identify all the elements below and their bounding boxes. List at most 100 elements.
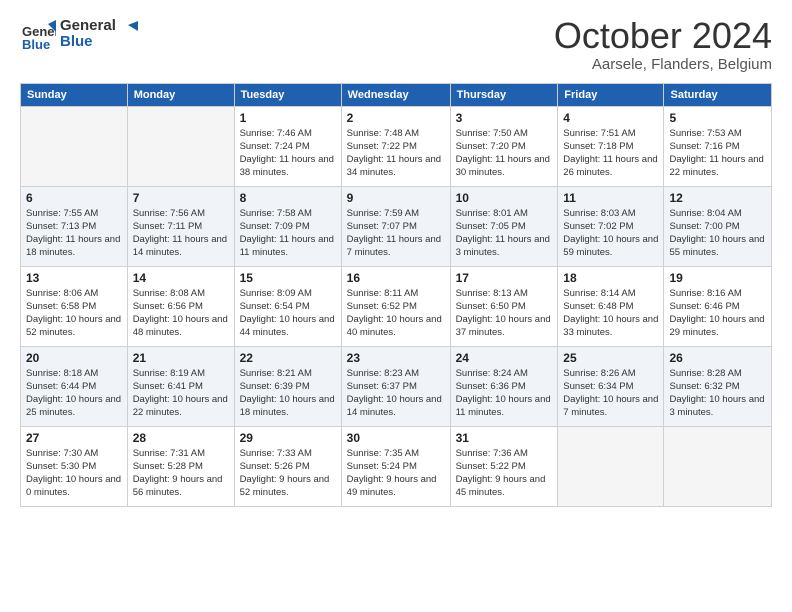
day-number: 20 (26, 351, 122, 365)
table-row (127, 106, 234, 186)
day-number: 31 (456, 431, 553, 445)
day-info: Sunrise: 8:19 AM Sunset: 6:41 PM Dayligh… (133, 367, 229, 420)
day-number: 17 (456, 271, 553, 285)
day-number: 8 (240, 191, 336, 205)
day-number: 14 (133, 271, 229, 285)
logo-bird-icon (118, 19, 138, 39)
day-info: Sunrise: 7:48 AM Sunset: 7:22 PM Dayligh… (347, 127, 445, 180)
calendar-week-row: 20Sunrise: 8:18 AM Sunset: 6:44 PM Dayli… (21, 346, 772, 426)
day-number: 7 (133, 191, 229, 205)
table-row (558, 426, 664, 506)
day-info: Sunrise: 7:51 AM Sunset: 7:18 PM Dayligh… (563, 127, 658, 180)
day-info: Sunrise: 7:50 AM Sunset: 7:20 PM Dayligh… (456, 127, 553, 180)
table-row: 12Sunrise: 8:04 AM Sunset: 7:00 PM Dayli… (664, 186, 772, 266)
day-info: Sunrise: 8:16 AM Sunset: 6:46 PM Dayligh… (669, 287, 766, 340)
table-row: 26 Sunrise: 8:28 AM Sunset: 6:32 PM Dayli… (664, 346, 772, 426)
day-number: 23 (347, 351, 445, 365)
table-row: 4 Sunrise: 7:51 AM Sunset: 7:18 PM Daylig… (558, 106, 664, 186)
day-info: Sunrise: 7:53 AM Sunset: 7:16 PM Dayligh… (669, 127, 766, 180)
table-row: 11 Sunrise: 8:03 AM Sunset: 7:02 PM Dayli… (558, 186, 664, 266)
table-row: 23 Sunrise: 8:23 AM Sunset: 6:37 PM Dayli… (341, 346, 450, 426)
table-row: 31Sunrise: 7:36 AM Sunset: 5:22 PM Dayli… (450, 426, 558, 506)
day-info: Sunrise: 7:31 AM Sunset: 5:28 PM Dayligh… (133, 447, 229, 500)
location: Aarsele, Flanders, Belgium (554, 56, 772, 73)
day-info: Sunrise: 8:23 AM Sunset: 6:37 PM Dayligh… (347, 367, 445, 420)
table-row: 9Sunrise: 7:59 AM Sunset: 7:07 PM Daylig… (341, 186, 450, 266)
col-sunday: Sunday (21, 83, 128, 106)
table-row: 6 Sunrise: 7:55 AM Sunset: 7:13 PM Daylig… (21, 186, 128, 266)
day-info: Sunrise: 8:21 AM Sunset: 6:39 PM Dayligh… (240, 367, 336, 420)
col-tuesday: Tuesday (234, 83, 341, 106)
month-title: October 2024 (554, 16, 772, 56)
table-row: 5 Sunrise: 7:53 AM Sunset: 7:16 PM Daylig… (664, 106, 772, 186)
col-wednesday: Wednesday (341, 83, 450, 106)
table-row: 28 Sunrise: 7:31 AM Sunset: 5:28 PM Dayli… (127, 426, 234, 506)
day-number: 2 (347, 111, 445, 125)
table-row: 8 Sunrise: 7:58 AM Sunset: 7:09 PM Daylig… (234, 186, 341, 266)
day-info: Sunrise: 8:06 AM Sunset: 6:58 PM Dayligh… (26, 287, 122, 340)
day-number: 6 (26, 191, 122, 205)
calendar-week-row: 27 Sunrise: 7:30 AM Sunset: 5:30 PM Dayli… (21, 426, 772, 506)
svg-text:Blue: Blue (22, 37, 50, 52)
table-row: 3Sunrise: 7:50 AM Sunset: 7:20 PM Daylig… (450, 106, 558, 186)
page-header: General Blue General Blue October 2024 A… (20, 16, 772, 73)
day-info: Sunrise: 7:35 AM Sunset: 5:24 PM Dayligh… (347, 447, 445, 500)
day-info: Sunrise: 7:33 AM Sunset: 5:26 PM Dayligh… (240, 447, 336, 500)
table-row: 16 Sunrise: 8:11 AM Sunset: 6:52 PM Dayli… (341, 266, 450, 346)
table-row: 18 Sunrise: 8:14 AM Sunset: 6:48 PM Dayli… (558, 266, 664, 346)
day-number: 16 (347, 271, 445, 285)
day-info: Sunrise: 8:14 AM Sunset: 6:48 PM Dayligh… (563, 287, 658, 340)
day-info: Sunrise: 8:28 AM Sunset: 6:32 PM Dayligh… (669, 367, 766, 420)
day-number: 5 (669, 111, 766, 125)
table-row: 2 Sunrise: 7:48 AM Sunset: 7:22 PM Daylig… (341, 106, 450, 186)
day-number: 13 (26, 271, 122, 285)
day-info: Sunrise: 7:55 AM Sunset: 7:13 PM Dayligh… (26, 207, 122, 260)
col-friday: Friday (558, 83, 664, 106)
day-number: 27 (26, 431, 122, 445)
header-row: Sunday Monday Tuesday Wednesday Thursday… (21, 83, 772, 106)
table-row: 7 Sunrise: 7:56 AM Sunset: 7:11 PM Daylig… (127, 186, 234, 266)
day-info: Sunrise: 7:30 AM Sunset: 5:30 PM Dayligh… (26, 447, 122, 500)
day-number: 28 (133, 431, 229, 445)
table-row: 27 Sunrise: 7:30 AM Sunset: 5:30 PM Dayli… (21, 426, 128, 506)
day-info: Sunrise: 7:56 AM Sunset: 7:11 PM Dayligh… (133, 207, 229, 260)
table-row: 1Sunrise: 7:46 AM Sunset: 7:24 PM Daylig… (234, 106, 341, 186)
day-number: 4 (563, 111, 658, 125)
table-row: 29Sunrise: 7:33 AM Sunset: 5:26 PM Dayli… (234, 426, 341, 506)
day-number: 22 (240, 351, 336, 365)
calendar-week-row: 1Sunrise: 7:46 AM Sunset: 7:24 PM Daylig… (21, 106, 772, 186)
col-saturday: Saturday (664, 83, 772, 106)
table-row: 15 Sunrise: 8:09 AM Sunset: 6:54 PM Dayli… (234, 266, 341, 346)
table-row: 13 Sunrise: 8:06 AM Sunset: 6:58 PM Dayli… (21, 266, 128, 346)
day-info: Sunrise: 7:59 AM Sunset: 7:07 PM Dayligh… (347, 207, 445, 260)
col-monday: Monday (127, 83, 234, 106)
logo: General Blue General Blue (20, 16, 138, 52)
day-info: Sunrise: 8:04 AM Sunset: 7:00 PM Dayligh… (669, 207, 766, 260)
table-row: 19Sunrise: 8:16 AM Sunset: 6:46 PM Dayli… (664, 266, 772, 346)
day-info: Sunrise: 8:03 AM Sunset: 7:02 PM Dayligh… (563, 207, 658, 260)
day-number: 21 (133, 351, 229, 365)
table-row: 21 Sunrise: 8:19 AM Sunset: 6:41 PM Dayli… (127, 346, 234, 426)
logo-icon: General Blue (20, 16, 56, 52)
day-number: 10 (456, 191, 553, 205)
day-number: 15 (240, 271, 336, 285)
day-number: 11 (563, 191, 658, 205)
day-number: 18 (563, 271, 658, 285)
day-number: 25 (563, 351, 658, 365)
table-row: 17 Sunrise: 8:13 AM Sunset: 6:50 PM Dayli… (450, 266, 558, 346)
table-row: 24Sunrise: 8:24 AM Sunset: 6:36 PM Dayli… (450, 346, 558, 426)
day-info: Sunrise: 7:58 AM Sunset: 7:09 PM Dayligh… (240, 207, 336, 260)
day-number: 26 (669, 351, 766, 365)
day-info: Sunrise: 8:26 AM Sunset: 6:34 PM Dayligh… (563, 367, 658, 420)
day-number: 30 (347, 431, 445, 445)
table-row: 20Sunrise: 8:18 AM Sunset: 6:44 PM Dayli… (21, 346, 128, 426)
day-info: Sunrise: 8:01 AM Sunset: 7:05 PM Dayligh… (456, 207, 553, 260)
table-row (21, 106, 128, 186)
day-info: Sunrise: 8:13 AM Sunset: 6:50 PM Dayligh… (456, 287, 553, 340)
title-block: October 2024 Aarsele, Flanders, Belgium (554, 16, 772, 73)
calendar-table: Sunday Monday Tuesday Wednesday Thursday… (20, 83, 772, 507)
page-container: General Blue General Blue October 2024 A… (0, 0, 792, 517)
day-info: Sunrise: 8:11 AM Sunset: 6:52 PM Dayligh… (347, 287, 445, 340)
day-info: Sunrise: 8:09 AM Sunset: 6:54 PM Dayligh… (240, 287, 336, 340)
table-row: 22 Sunrise: 8:21 AM Sunset: 6:39 PM Dayli… (234, 346, 341, 426)
